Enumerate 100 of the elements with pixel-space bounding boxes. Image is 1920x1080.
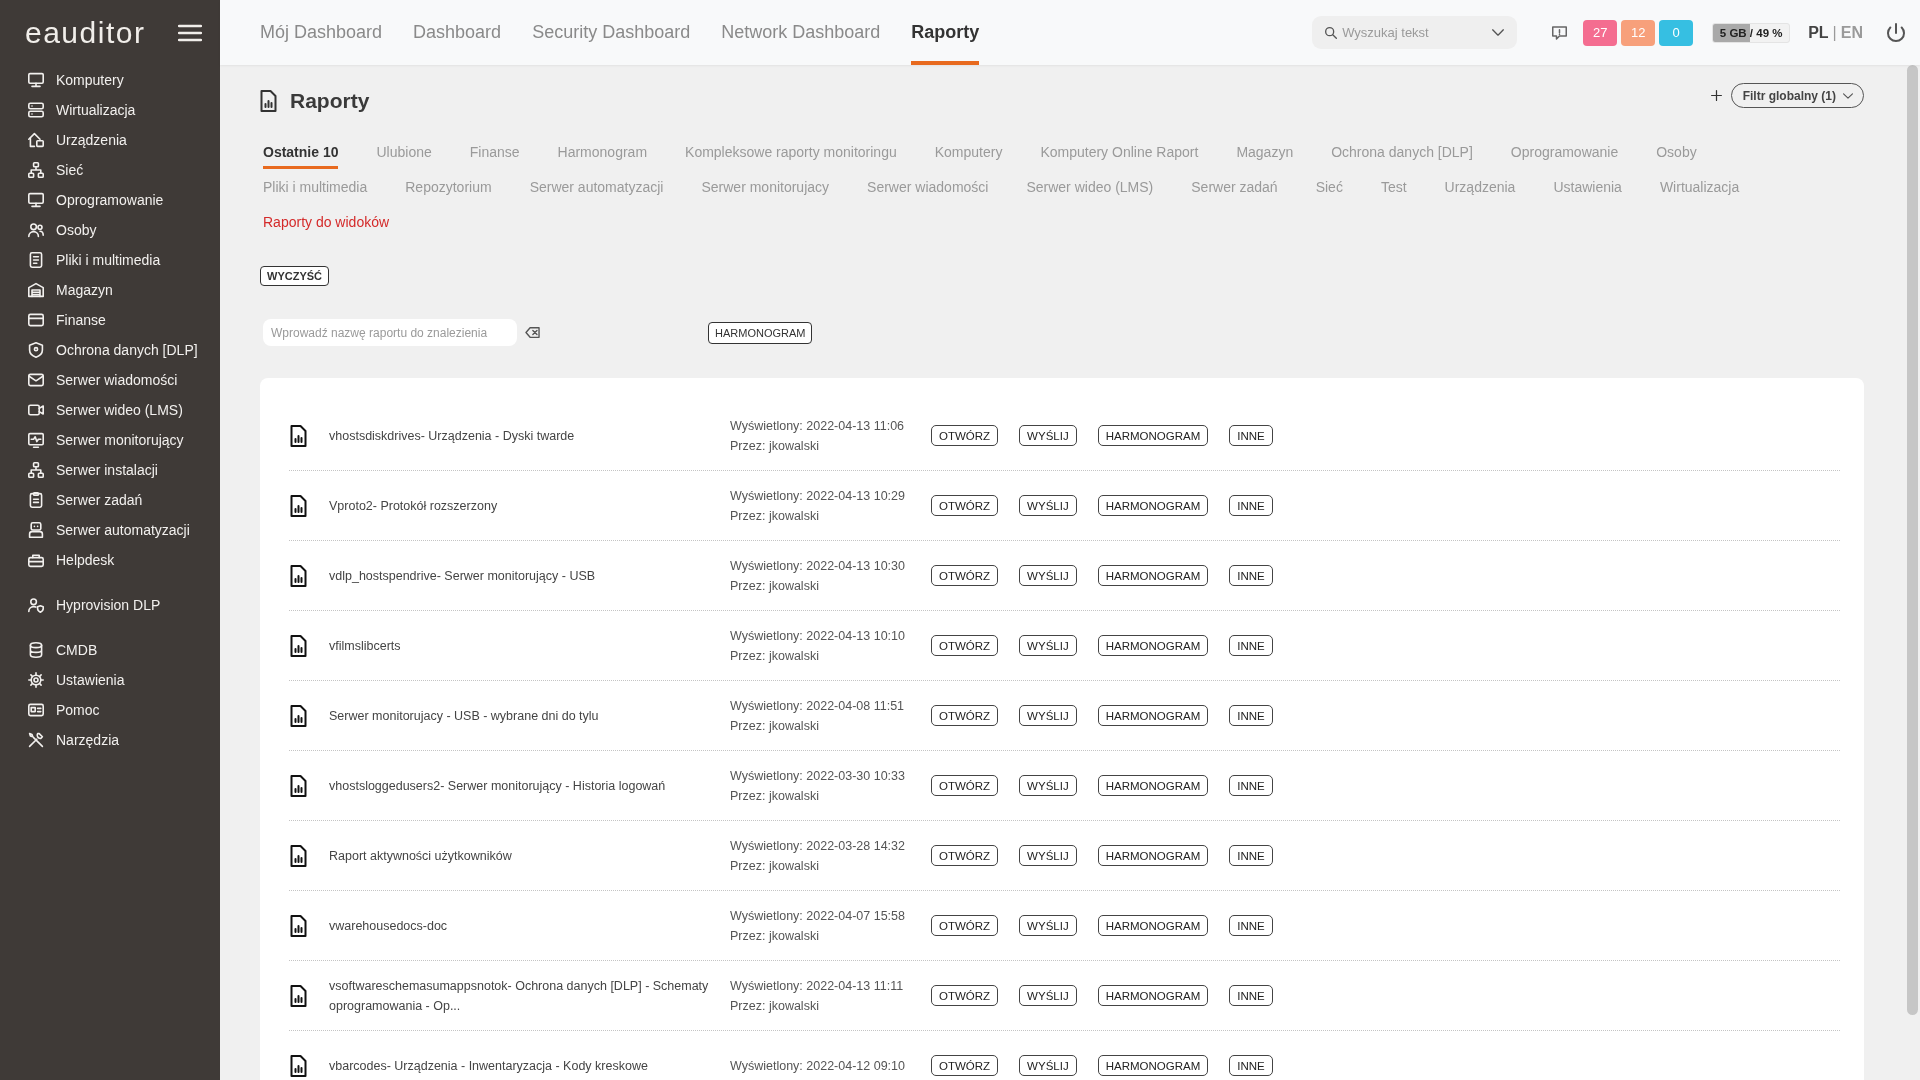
report-search-field[interactable]: Wprowadź nazwę raportu do znalezienia xyxy=(263,319,517,346)
app-logo: eauditor xyxy=(25,15,146,50)
open-button[interactable]: OTWÓRZ xyxy=(931,775,999,796)
schedule-button[interactable]: HARMONOGRAM xyxy=(1097,915,1209,936)
open-button[interactable]: OTWÓRZ xyxy=(931,915,999,936)
monitor-icon xyxy=(28,72,44,88)
robot-icon xyxy=(28,522,44,538)
open-button[interactable]: OTWÓRZ xyxy=(931,1055,999,1076)
sidebar-item[interactable]: Serwer zadań xyxy=(0,485,220,515)
open-button[interactable]: OTWÓRZ xyxy=(931,495,999,516)
settings-icon xyxy=(28,672,44,688)
scrollbar-thumb[interactable] xyxy=(1907,65,1918,1015)
sidebar-item[interactable]: Serwer automatyzacji xyxy=(0,515,220,545)
send-button[interactable]: WYŚLIJ xyxy=(1019,1055,1077,1076)
crossed-tools-icon xyxy=(28,732,44,748)
message-alert-icon[interactable] xyxy=(1552,25,1568,40)
document-chart-icon xyxy=(290,564,307,587)
viewed-by: Przez: jkowalski xyxy=(730,577,820,595)
report-name: vsoftwareschemasumappsnotok- Ochrona danych [DLP] - Schematy oprogramowania - Op... xyxy=(329,977,710,1015)
clear-button[interactable]: WYCZYŚĆ xyxy=(260,266,329,286)
document-chart-icon xyxy=(290,704,307,727)
more-button[interactable]: INNE xyxy=(1229,845,1273,866)
schedule-button[interactable]: HARMONOGRAM xyxy=(1097,635,1209,656)
search-icon xyxy=(1325,27,1338,39)
more-button[interactable]: INNE xyxy=(1229,915,1273,936)
more-button[interactable]: INNE xyxy=(1229,775,1273,796)
sidebar-item[interactable]: Pliki i multimedia xyxy=(0,245,220,275)
schedule-filter-button[interactable]: HARMONOGRAM xyxy=(708,321,813,344)
shield-icon xyxy=(28,342,44,358)
report-name: vbarcodes- Urządzenia - Inwentaryzacja - Kody kreskowe xyxy=(329,1057,649,1075)
sidebar-item[interactable]: Serwer wiadomości xyxy=(0,365,220,395)
report-name: vhostsdiskdrives- Urządzenia - Dyski twarde xyxy=(329,427,576,445)
more-button[interactable]: INNE xyxy=(1229,1055,1273,1076)
sidebar-item[interactable]: Komputery xyxy=(0,65,220,95)
send-button[interactable]: WYŚLIJ xyxy=(1019,565,1077,586)
sidebar-item[interactable]: Finanse xyxy=(0,305,220,335)
sidebar-item[interactable]: CMDB xyxy=(0,635,220,665)
open-button[interactable]: OTWÓRZ xyxy=(931,565,999,586)
network-icon xyxy=(28,162,44,178)
sidebar-item[interactable]: Narzędzia xyxy=(0,725,220,755)
sidebar-item[interactable]: Sieć xyxy=(0,155,220,185)
menu-icon[interactable] xyxy=(178,23,202,42)
schedule-button[interactable]: HARMONOGRAM xyxy=(1097,985,1209,1006)
open-button[interactable]: OTWÓRZ xyxy=(931,705,999,726)
plus-icon[interactable] xyxy=(1710,90,1722,101)
send-button[interactable]: WYŚLIJ xyxy=(1019,425,1077,446)
open-button[interactable]: OTWÓRZ xyxy=(931,985,999,1006)
sidebar-item[interactable]: Serwer instalacji xyxy=(0,455,220,485)
sidebar-item[interactable]: Magazyn xyxy=(0,275,220,305)
more-button[interactable]: INNE xyxy=(1229,705,1273,726)
more-button[interactable]: INNE xyxy=(1229,635,1273,656)
sidebar-item[interactable]: Hyprovision DLP xyxy=(0,590,220,620)
database-icon xyxy=(28,642,44,658)
schedule-button[interactable]: HARMONOGRAM xyxy=(1097,425,1209,446)
viewed-by: Przez: jkowalski xyxy=(730,927,820,945)
viewed-by: Przez: jkowalski xyxy=(730,507,820,525)
more-button[interactable]: INNE xyxy=(1229,495,1273,516)
sidebar-item[interactable]: Pomoc xyxy=(0,695,220,725)
schedule-button[interactable]: HARMONOGRAM xyxy=(1097,565,1209,586)
category-tab[interactable]: Raporty do widoków xyxy=(263,204,390,239)
sidebar-item[interactable]: Ochrona danych [DLP] xyxy=(0,335,220,365)
schedule-button[interactable]: HARMONOGRAM xyxy=(1097,845,1209,866)
send-button[interactable]: WYŚLIJ xyxy=(1019,915,1077,936)
schedule-button[interactable]: HARMONOGRAM xyxy=(1097,775,1209,796)
send-button[interactable]: WYŚLIJ xyxy=(1019,845,1077,866)
report-name: Vproto2- Protokół rozszerzony xyxy=(329,497,499,515)
sidebar-item[interactable]: Helpdesk xyxy=(0,545,220,575)
id-card-icon xyxy=(28,702,44,718)
sidebar-item[interactable]: Osoby xyxy=(0,215,220,245)
chevron-down-icon[interactable] xyxy=(1492,29,1505,36)
sidebar-item[interactable]: Serwer wideo (LMS) xyxy=(0,395,220,425)
sidebar-item[interactable]: Serwer monitorujący xyxy=(0,425,220,455)
schedule-button[interactable]: HARMONOGRAM xyxy=(1097,705,1209,726)
open-button[interactable]: OTWÓRZ xyxy=(931,425,999,446)
language-option[interactable]: PL xyxy=(1808,23,1829,42)
more-button[interactable]: INNE xyxy=(1229,985,1273,1006)
power-icon[interactable] xyxy=(1887,22,1905,43)
viewed-date: Wyświetlony: 2022-04-13 11:06 xyxy=(730,417,906,435)
search-field[interactable]: Wyszukaj tekst xyxy=(1312,16,1518,49)
document-chart-icon xyxy=(290,844,307,867)
more-button[interactable]: INNE xyxy=(1229,565,1273,586)
backspace-icon[interactable] xyxy=(525,327,540,338)
open-button[interactable]: OTWÓRZ xyxy=(931,635,999,656)
sidebar-item[interactable]: Urządzenia xyxy=(0,125,220,155)
report-name: vfilmslibcerts xyxy=(329,637,402,655)
send-button[interactable]: WYŚLIJ xyxy=(1019,495,1077,516)
send-button[interactable]: WYŚLIJ xyxy=(1019,985,1077,1006)
category-tab[interactable]: Ostatnie 10 xyxy=(263,134,339,169)
send-button[interactable]: WYŚLIJ xyxy=(1019,635,1077,656)
more-button[interactable]: INNE xyxy=(1229,425,1273,446)
page-title: Raporty xyxy=(290,89,370,113)
schedule-button[interactable]: HARMONOGRAM xyxy=(1097,1055,1209,1076)
send-button[interactable]: WYŚLIJ xyxy=(1019,775,1077,796)
sidebar-item[interactable]: Ustawienia xyxy=(0,665,220,695)
sidebar-item[interactable]: Oprogramowanie xyxy=(0,185,220,215)
send-button[interactable]: WYŚLIJ xyxy=(1019,705,1077,726)
open-button[interactable]: OTWÓRZ xyxy=(931,845,999,866)
schedule-button[interactable]: HARMONOGRAM xyxy=(1097,495,1209,516)
sidebar-item[interactable]: Wirtualizacja xyxy=(0,95,220,125)
chevron-down-icon xyxy=(1843,92,1853,99)
